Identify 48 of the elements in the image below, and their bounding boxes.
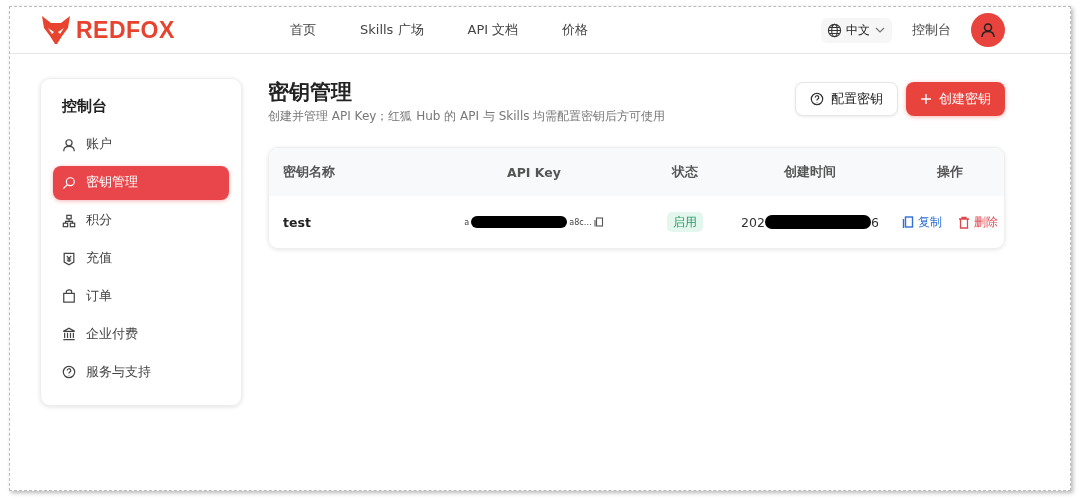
plus-icon <box>920 93 932 105</box>
page-title: 密钥管理 <box>268 79 353 106</box>
sidebar-item[interactable]: 充值 <box>53 241 229 276</box>
nav-link[interactable]: 价格 <box>562 21 589 39</box>
bag-icon <box>62 289 76 304</box>
sidebar-item[interactable]: 密钥管理 <box>53 165 229 200</box>
column-header: API Key <box>507 164 561 180</box>
sidebar-item[interactable]: 积分 <box>53 203 229 238</box>
console-link[interactable]: 控制台 <box>912 21 951 39</box>
help-icon <box>62 365 76 380</box>
delete-link[interactable]: 删除 <box>957 213 998 231</box>
copy-icon <box>901 215 914 229</box>
key-prefix: a <box>464 217 470 227</box>
nav-link[interactable]: API 文档 <box>467 21 519 39</box>
time-prefix: 202 <box>741 214 765 230</box>
bank-icon <box>62 327 76 342</box>
key-suffix: a8c… <box>569 217 592 227</box>
fox-logo-icon <box>40 14 72 46</box>
sidebar-title: 控制台 <box>62 97 108 116</box>
configure-key-button[interactable]: 配置密钥 <box>795 82 898 116</box>
user-icon <box>980 22 996 38</box>
globe-icon <box>827 22 842 38</box>
nav-link[interactable]: 首页 <box>290 21 316 39</box>
help-icon <box>810 92 824 106</box>
sidebar-item[interactable]: 企业付费 <box>53 317 229 352</box>
avatar-button[interactable] <box>971 13 1005 47</box>
search-icon <box>62 175 76 190</box>
sidebar-item[interactable]: 订单 <box>53 279 229 314</box>
column-header: 状态 <box>672 163 698 179</box>
copy-link[interactable]: 复制 <box>901 213 942 231</box>
status-badge: 启用 <box>667 211 703 232</box>
yen-icon <box>62 251 76 266</box>
create-key-button[interactable]: 创建密钥 <box>906 82 1005 116</box>
column-header: 操作 <box>936 163 963 179</box>
copy-icon[interactable] <box>593 217 604 227</box>
sidebar-item[interactable]: 服务与支持 <box>53 355 229 389</box>
nav-link[interactable]: Skills 广场 <box>360 21 424 39</box>
language-selector[interactable]: 中文 <box>821 17 892 43</box>
trash-icon <box>957 215 970 229</box>
key-name: test <box>283 214 311 230</box>
user-icon <box>62 137 76 152</box>
page-subtitle: 创建并管理 API Key；红狐 Hub 的 API 与 Skills 均需配置密钥后方可使用 <box>268 108 666 125</box>
sidebar-item[interactable]: 账户 <box>53 128 229 162</box>
brand-name: REDFOX <box>76 16 175 44</box>
column-header: 创建时间 <box>784 163 836 179</box>
time-suffix: 6 <box>870 214 879 230</box>
tree-icon <box>62 213 76 228</box>
column-header: 密钥名称 <box>283 163 335 179</box>
